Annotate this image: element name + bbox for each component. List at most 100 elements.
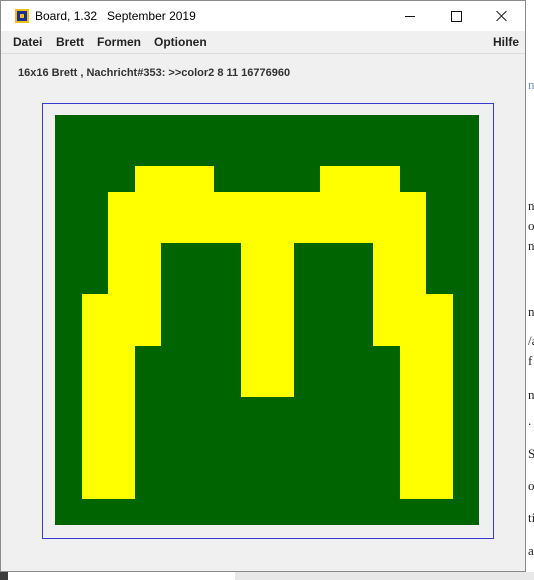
board-cell-yellow[interactable] <box>108 346 135 371</box>
board-cell-yellow[interactable] <box>400 243 426 269</box>
board-cell-yellow[interactable] <box>135 218 161 243</box>
board-cell-yellow[interactable] <box>135 166 161 192</box>
board-cell-yellow[interactable] <box>188 166 214 192</box>
board-cell-yellow[interactable] <box>108 192 135 218</box>
board-cell-yellow[interactable] <box>400 218 426 243</box>
board-cell-yellow[interactable] <box>347 218 373 243</box>
menu-optionen[interactable]: Optionen <box>154 35 207 49</box>
board-cell-yellow[interactable] <box>188 192 214 218</box>
board-cell-yellow[interactable] <box>241 320 267 346</box>
board-cell-yellow[interactable] <box>108 448 135 474</box>
board-cell-yellow[interactable] <box>108 397 135 423</box>
board-cell-yellow[interactable] <box>426 474 453 499</box>
board-cell-yellow[interactable] <box>161 166 188 192</box>
board-cell-yellow[interactable] <box>426 294 453 320</box>
board-cell-yellow[interactable] <box>161 192 188 218</box>
menu-datei[interactable]: Datei <box>13 35 42 49</box>
board-cell-yellow[interactable] <box>400 448 426 474</box>
board-cell-yellow[interactable] <box>241 218 267 243</box>
board-cell-yellow[interactable] <box>267 346 294 371</box>
board-cell-yellow[interactable] <box>426 346 453 371</box>
menu-hilfe[interactable]: Hilfe <box>493 35 519 49</box>
board-cell-yellow[interactable] <box>373 320 400 346</box>
board-cell-yellow[interactable] <box>426 448 453 474</box>
board-cell-yellow[interactable] <box>320 166 347 192</box>
board-app-icon[interactable] <box>15 9 29 23</box>
board-cell-yellow[interactable] <box>426 371 453 397</box>
board-cell-yellow[interactable] <box>108 269 135 294</box>
board-cell-yellow[interactable] <box>426 320 453 346</box>
board-cell-yellow[interactable] <box>82 397 108 423</box>
board-cell-yellow[interactable] <box>188 218 214 243</box>
board-cell-yellow[interactable] <box>108 243 135 269</box>
board-cell-yellow[interactable] <box>82 423 108 448</box>
board-cell-yellow[interactable] <box>82 294 108 320</box>
close-button[interactable] <box>479 1 525 31</box>
board-cell-yellow[interactable] <box>426 423 453 448</box>
board-cell-yellow[interactable] <box>400 320 426 346</box>
board-cell-yellow[interactable] <box>108 371 135 397</box>
board-cell-yellow[interactable] <box>135 320 161 346</box>
board-cell-yellow[interactable] <box>400 474 426 499</box>
board-cell-yellow[interactable] <box>320 192 347 218</box>
board-cell-yellow[interactable] <box>294 192 320 218</box>
board-cell-yellow[interactable] <box>373 294 400 320</box>
board-cell-yellow[interactable] <box>400 269 426 294</box>
board-cell-yellow[interactable] <box>400 346 426 371</box>
board-cell-yellow[interactable] <box>82 474 108 499</box>
board-cell-yellow[interactable] <box>214 192 241 218</box>
board-cell-yellow[interactable] <box>108 423 135 448</box>
board-cell-yellow[interactable] <box>108 218 135 243</box>
menu-formen[interactable]: Formen <box>97 35 141 49</box>
board-cell-yellow[interactable] <box>108 294 135 320</box>
background-text-fragment: at <box>528 543 534 558</box>
status-message: 16x16 Brett , Nachricht#353: >>color2 8 … <box>18 67 291 79</box>
board-cell-yellow[interactable] <box>400 423 426 448</box>
board-cell-yellow[interactable] <box>373 166 400 192</box>
board-cell-yellow[interactable] <box>241 371 267 397</box>
board-cell-yellow[interactable] <box>267 371 294 397</box>
board-cell-yellow[interactable] <box>108 474 135 499</box>
board-cell-yellow[interactable] <box>135 294 161 320</box>
background-text-fragment: . <box>528 413 532 428</box>
board-cell-yellow[interactable] <box>373 192 400 218</box>
board-cell-yellow[interactable] <box>82 346 108 371</box>
board-cell-yellow[interactable] <box>320 218 347 243</box>
board-cell-yellow[interactable] <box>400 192 426 218</box>
board-cell-yellow[interactable] <box>373 218 400 243</box>
board-cell-yellow[interactable] <box>267 320 294 346</box>
board-canvas[interactable] <box>55 115 479 525</box>
board-cell-yellow[interactable] <box>373 243 400 269</box>
board-cell-yellow[interactable] <box>267 294 294 320</box>
board-cell-yellow[interactable] <box>135 243 161 269</box>
board-cell-yellow[interactable] <box>241 294 267 320</box>
board-cell-yellow[interactable] <box>426 397 453 423</box>
board-cell-yellow[interactable] <box>400 371 426 397</box>
minimize-button[interactable] <box>387 1 433 31</box>
board-cell-yellow[interactable] <box>108 320 135 346</box>
menu-brett[interactable]: Brett <box>56 35 84 49</box>
board-cell-yellow[interactable] <box>400 397 426 423</box>
board-cell-yellow[interactable] <box>214 218 241 243</box>
board-cell-yellow[interactable] <box>82 448 108 474</box>
board-cell-yellow[interactable] <box>135 269 161 294</box>
board-cell-yellow[interactable] <box>400 294 426 320</box>
board-cell-yellow[interactable] <box>135 192 161 218</box>
board-cell-yellow[interactable] <box>267 218 294 243</box>
board-cell-yellow[interactable] <box>82 320 108 346</box>
board-cell-yellow[interactable] <box>241 269 267 294</box>
board-cell-yellow[interactable] <box>373 269 400 294</box>
board-cell-yellow[interactable] <box>267 192 294 218</box>
board-cell-yellow[interactable] <box>161 218 188 243</box>
board-cell-yellow[interactable] <box>347 192 373 218</box>
board-cell-yellow[interactable] <box>82 371 108 397</box>
board-cell-yellow[interactable] <box>241 346 267 371</box>
board-cell-yellow[interactable] <box>241 192 267 218</box>
title-bar[interactable]: Board, 1.32 September 2019 <box>1 1 525 31</box>
board-cell-yellow[interactable] <box>241 243 267 269</box>
maximize-button[interactable] <box>433 1 479 31</box>
board-cell-yellow[interactable] <box>267 269 294 294</box>
board-cell-yellow[interactable] <box>294 218 320 243</box>
board-cell-yellow[interactable] <box>347 166 373 192</box>
board-cell-yellow[interactable] <box>267 243 294 269</box>
